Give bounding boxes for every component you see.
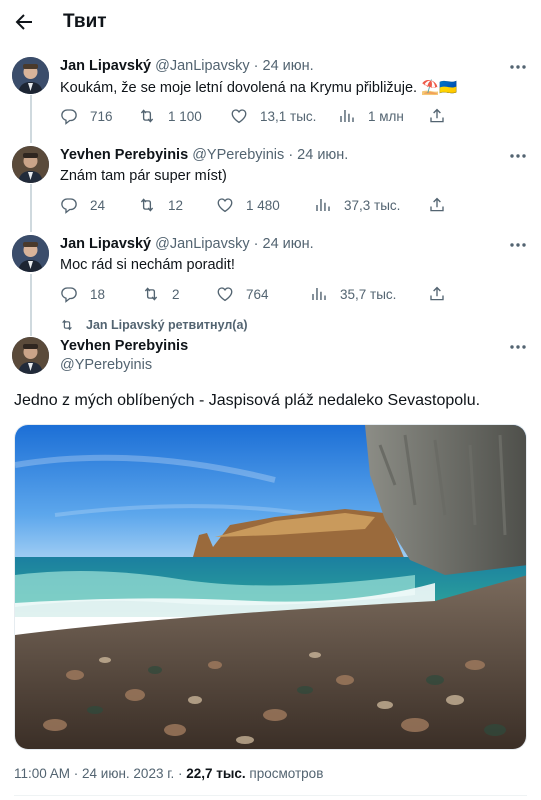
reply-button[interactable]: 18 <box>60 284 105 304</box>
share-button[interactable] <box>428 195 458 215</box>
retweet-count: 1 100 <box>168 108 202 124</box>
views-count: 35,7 тыс. <box>340 286 397 302</box>
thread-connector <box>30 95 32 143</box>
like-button[interactable]: 764 <box>216 284 269 304</box>
author-name[interactable]: Jan Lipavský <box>60 236 151 252</box>
reply-button[interactable]: 24 <box>60 195 105 215</box>
share-icon <box>430 108 444 123</box>
reply-count: 18 <box>90 286 106 302</box>
retweet-button[interactable]: 2 <box>142 284 180 304</box>
top-bar: Твит <box>0 0 541 44</box>
like-count: 764 <box>246 286 269 302</box>
reply-count: 24 <box>90 197 106 213</box>
reply-count: 716 <box>90 108 113 124</box>
author-name[interactable]: Yevhen Perebyinis <box>60 338 188 354</box>
action-bar: 18 2 764 35,7 тыс. <box>60 284 460 304</box>
avatar[interactable] <box>12 57 49 94</box>
tweet-date[interactable]: · 24 июн. <box>254 236 314 252</box>
avatar[interactable] <box>12 337 49 374</box>
views-icon <box>316 199 330 211</box>
retweet-icon <box>140 198 154 212</box>
main-tweet-text: Jedno z mých oblíbených - Jaspisová pláž… <box>14 392 481 409</box>
retweet-count: 12 <box>168 197 184 213</box>
retweeted-by-label: Jan Lipavský ретвитнул(а) <box>86 318 248 332</box>
retweet-button[interactable]: 12 <box>138 195 183 215</box>
share-icon <box>430 286 444 301</box>
like-count: 13,1 тыс. <box>260 108 317 124</box>
share-button[interactable] <box>428 106 458 126</box>
tweet-timestamp[interactable]: 11:00 AM · 24 июн. 2023 г. · <box>14 766 186 781</box>
views-count: 1 млн <box>368 108 404 124</box>
retweet-button[interactable]: 1 100 <box>138 106 202 126</box>
views-icon <box>312 288 326 300</box>
share-icon <box>430 197 444 212</box>
tweet-photo[interactable] <box>14 424 527 750</box>
divider <box>14 795 527 796</box>
views-count: 37,3 тыс. <box>344 197 401 213</box>
author-handle[interactable]: @JanLipavsky <box>155 236 250 252</box>
author-handle[interactable]: @YPerebyinis <box>60 357 152 373</box>
retweet-icon <box>62 319 72 331</box>
reply-author: Jan Lipavský @JanLipavsky · 24 июн. <box>60 58 314 74</box>
views-icon <box>340 110 354 122</box>
views-button[interactable]: 1 млн <box>338 106 404 126</box>
like-button[interactable]: 1 480 <box>216 195 280 215</box>
retweeted-by[interactable]: Jan Lipavský ретвитнул(а) <box>60 318 248 332</box>
action-bar: 716 1 100 13,1 тыс. 1 млн <box>60 106 460 126</box>
author-handle[interactable]: @JanLipavsky <box>155 58 250 74</box>
like-icon <box>217 287 233 302</box>
like-count: 1 480 <box>246 197 280 213</box>
retweet-icon <box>144 287 158 301</box>
like-icon <box>231 109 247 124</box>
share-button[interactable] <box>428 284 458 304</box>
thread-connector <box>30 184 32 232</box>
more-icon[interactable] <box>509 242 527 248</box>
reply-author: Yevhen Perebyinis @YPerebyinis · 24 июн. <box>60 147 348 163</box>
author-name[interactable]: Yevhen Perebyinis <box>60 147 188 163</box>
tweet-date[interactable]: · 24 июн. <box>288 147 348 163</box>
more-icon[interactable] <box>509 344 527 350</box>
tweet-meta: 11:00 AM · 24 июн. 2023 г. · 22,7 тыс. п… <box>14 766 323 781</box>
views-button[interactable]: 37,3 тыс. <box>314 195 400 215</box>
page-title: Твит <box>63 11 107 32</box>
retweet-count: 2 <box>172 286 180 302</box>
reply-icon <box>61 287 77 303</box>
like-button[interactable]: 13,1 тыс. <box>230 106 316 126</box>
view-label: просмотров <box>245 766 324 781</box>
author-name[interactable]: Jan Lipavský <box>60 58 151 74</box>
author-handle[interactable]: @YPerebyinis <box>192 147 284 163</box>
reply-icon <box>61 109 77 125</box>
retweet-icon <box>140 109 154 123</box>
back-arrow-icon[interactable] <box>12 10 36 34</box>
reply-button[interactable]: 716 <box>60 106 113 126</box>
view-count: 22,7 тыс. <box>186 766 246 781</box>
like-icon <box>217 198 233 213</box>
tweet-text: Znám tam pár super míst) <box>60 168 227 184</box>
avatar[interactable] <box>12 146 49 183</box>
more-icon[interactable] <box>509 153 527 159</box>
reply-author: Jan Lipavský @JanLipavsky · 24 июн. <box>60 236 314 252</box>
tweet-date[interactable]: · 24 июн. <box>254 58 314 74</box>
views-button[interactable]: 35,7 тыс. <box>310 284 396 304</box>
tweet-text: Koukám, že se moje letní dovolená na Kry… <box>60 80 458 96</box>
more-icon[interactable] <box>509 64 527 70</box>
action-bar: 24 12 1 480 37,3 тыс. <box>60 195 460 215</box>
reply-icon <box>61 198 77 214</box>
thread-connector <box>30 274 32 336</box>
avatar[interactable] <box>12 235 49 272</box>
tweet-text: Moc rád si nechám poradit! <box>60 257 235 273</box>
